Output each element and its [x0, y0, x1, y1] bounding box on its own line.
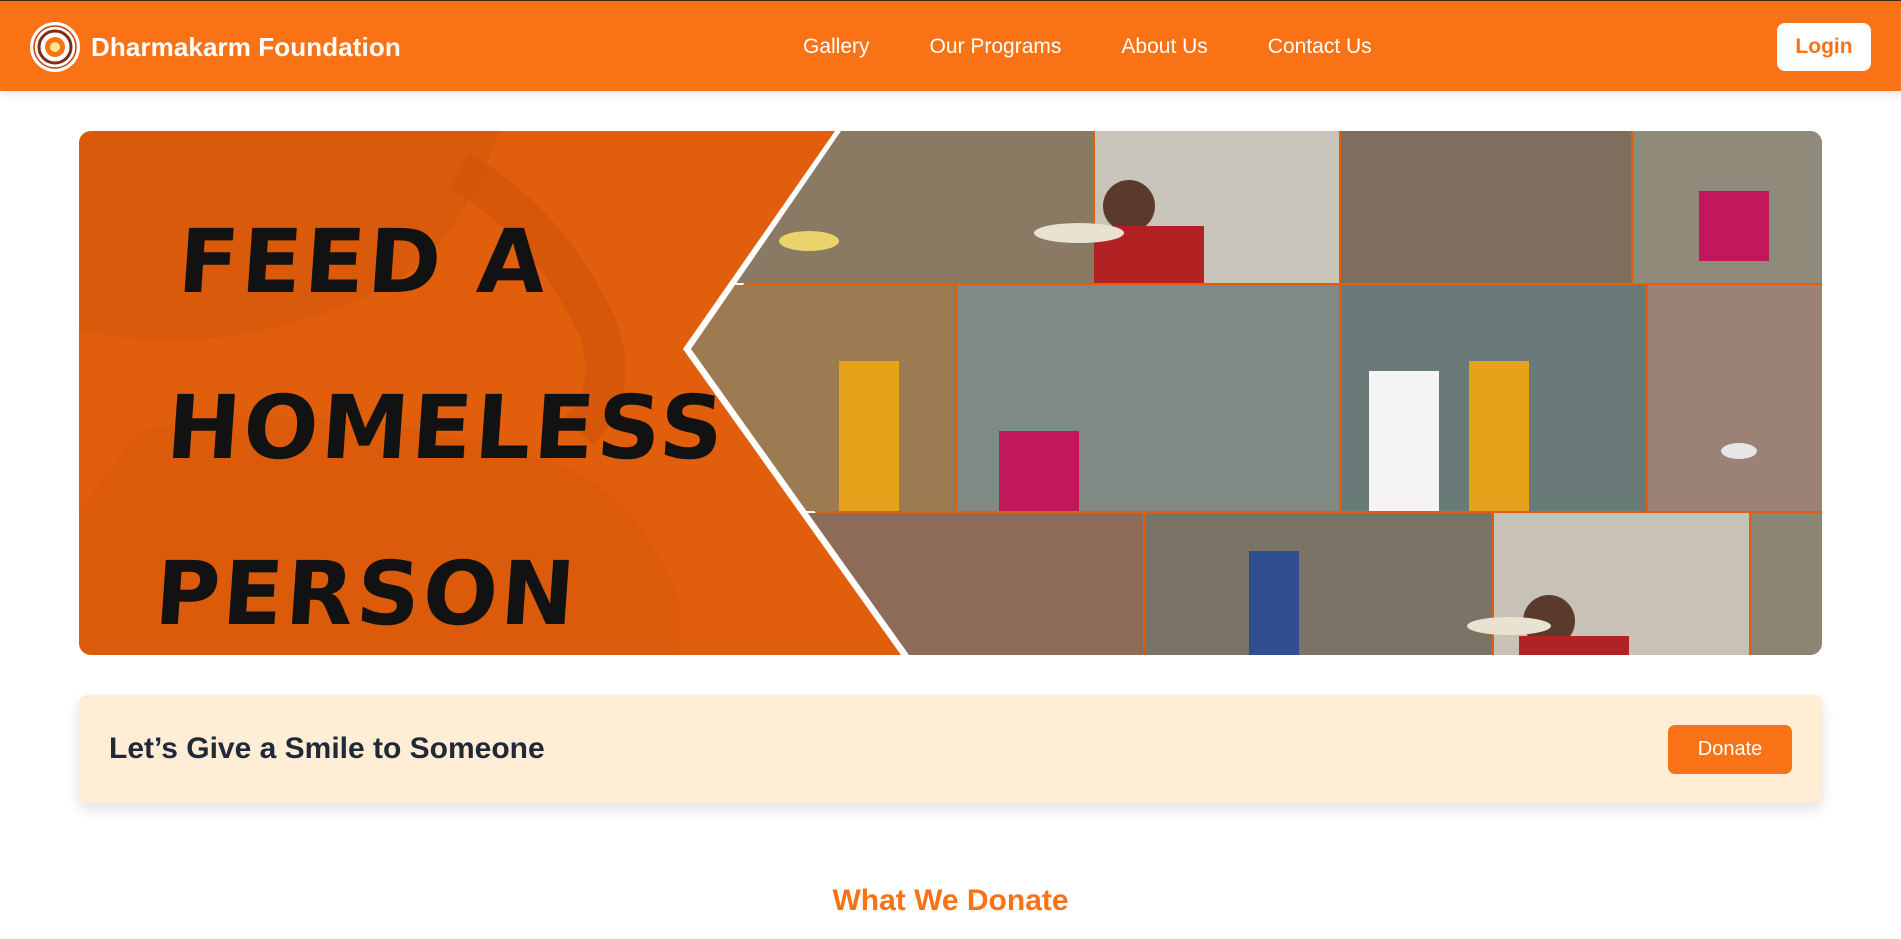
banner-text: Let’s Give a Smile to Someone — [109, 732, 545, 765]
brand-name: Dharmakarm Foundation — [91, 31, 401, 62]
donate-banner: Let’s Give a Smile to Someone Donate — [79, 695, 1822, 803]
main-nav: Gallery Our Programs About Us Contact Us — [803, 1, 1372, 92]
login-button[interactable]: Login — [1777, 23, 1871, 71]
nav-link-our-programs[interactable]: Our Programs — [930, 35, 1062, 59]
nav-link-contact-us[interactable]: Contact Us — [1268, 35, 1372, 59]
hero-title: FEED A HOMELESS PERSON — [150, 179, 805, 655]
navbar: Dharmakarm Foundation Gallery Our Progra… — [0, 0, 1901, 91]
donate-button[interactable]: Donate — [1668, 725, 1792, 774]
hero-title-line-2: HOMELESS — [163, 376, 730, 479]
nav-link-about-us[interactable]: About Us — [1121, 35, 1207, 59]
hero-title-line-1: FEED A — [175, 210, 553, 313]
hero-title-line-3: PERSON — [151, 542, 582, 645]
nav-link-gallery[interactable]: Gallery — [803, 35, 870, 59]
brand-home-link[interactable]: Dharmakarm Foundation — [30, 21, 401, 73]
what-we-donate-heading: What We Donate — [832, 884, 1069, 917]
hero-banner: FEED A HOMELESS PERSON — [79, 131, 1822, 655]
foundation-logo-icon — [30, 22, 80, 72]
